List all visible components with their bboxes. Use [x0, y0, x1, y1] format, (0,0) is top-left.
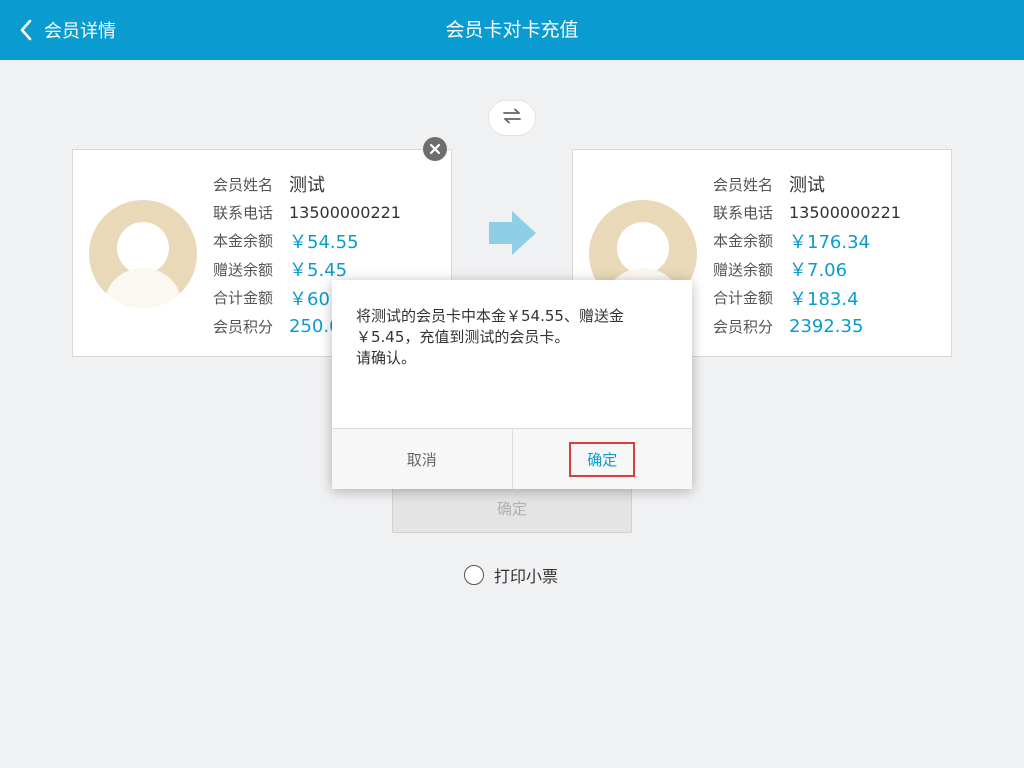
confirm-button[interactable]: 确定 — [392, 486, 632, 533]
print-receipt-label: 打印小票 — [494, 567, 559, 586]
info-row: 会员姓名 测试 — [213, 170, 443, 198]
info-label: 联系电话 — [213, 204, 274, 223]
info-row: 联系电话 13500000221 — [213, 198, 443, 226]
phone-value: 13500000221 — [289, 203, 401, 223]
info-row: 会员积分 2392.35 — [713, 312, 943, 340]
phone-value: 13500000221 — [789, 203, 901, 223]
info-label: 会员姓名 — [213, 175, 274, 194]
top-bar: 会员详情 会员卡对卡充值 — [0, 0, 1024, 60]
swap-arrows-icon — [502, 108, 522, 128]
info-label: 会员积分 — [213, 317, 274, 336]
info-label: 赠送余额 — [713, 260, 774, 279]
user-avatar-icon — [89, 200, 197, 308]
dialog-message-line: ￥5.45，充值到测试的会员卡。 — [356, 328, 570, 346]
remove-card-button[interactable] — [423, 137, 447, 161]
confirm-dialog: 将测试的会员卡中本金￥54.55、赠送金 ￥5.45，充值到测试的会员卡。 请确… — [332, 280, 692, 489]
close-icon — [429, 140, 441, 159]
info-row: 联系电话 13500000221 — [713, 198, 943, 226]
info-label: 会员姓名 — [713, 175, 774, 194]
info-row: 合计金额 ￥183.4 — [713, 284, 943, 312]
print-receipt-radio[interactable] — [464, 565, 484, 585]
member-name-value: 测试 — [789, 175, 825, 197]
dialog-message-line: 请确认。 — [356, 349, 417, 367]
principal-balance-value: ￥54.55 — [289, 231, 359, 253]
arrow-right-icon — [488, 210, 538, 256]
dialog-cancel-label: 取消 — [406, 450, 437, 469]
dialog-ok-label: 确定 — [569, 441, 636, 477]
info-label: 会员积分 — [713, 317, 774, 336]
bonus-balance-value: ￥5.45 — [289, 260, 348, 282]
info-label: 本金余额 — [713, 232, 774, 251]
dialog-cancel-button[interactable]: 取消 — [332, 429, 513, 489]
info-label: 合计金额 — [713, 289, 774, 308]
dialog-ok-button[interactable]: 确定 — [513, 429, 693, 489]
page-title: 会员卡对卡充值 — [445, 19, 579, 41]
info-label: 联系电话 — [713, 204, 774, 223]
bonus-balance-value: ￥7.06 — [789, 260, 848, 282]
target-member-info: 会员姓名 测试 联系电话 13500000221 本金余额 ￥176.34 赠送余额 ￥… — [713, 170, 943, 340]
total-amount-value: ￥60 — [289, 288, 330, 310]
info-row: 会员姓名 测试 — [713, 170, 943, 198]
info-label: 本金余额 — [213, 232, 274, 251]
dialog-message-line: 将测试的会员卡中本金￥54.55、赠送金 — [356, 307, 624, 325]
member-name-value: 测试 — [289, 175, 325, 197]
info-label: 合计金额 — [213, 289, 274, 308]
info-row: 本金余额 ￥176.34 — [713, 227, 943, 255]
info-row: 赠送余额 ￥7.06 — [713, 255, 943, 283]
principal-balance-value: ￥176.34 — [789, 231, 870, 253]
dialog-message: 将测试的会员卡中本金￥54.55、赠送金 ￥5.45，充值到测试的会员卡。 请确… — [356, 306, 676, 369]
swap-button[interactable] — [488, 100, 536, 136]
info-row: 本金余额 ￥54.55 — [213, 227, 443, 255]
points-value: 2392.35 — [789, 315, 864, 337]
print-receipt-option[interactable]: 打印小票 — [464, 564, 558, 586]
dialog-buttons: 取消 确定 — [332, 428, 692, 489]
info-label: 赠送余额 — [213, 260, 274, 279]
total-amount-value: ￥183.4 — [789, 288, 859, 310]
